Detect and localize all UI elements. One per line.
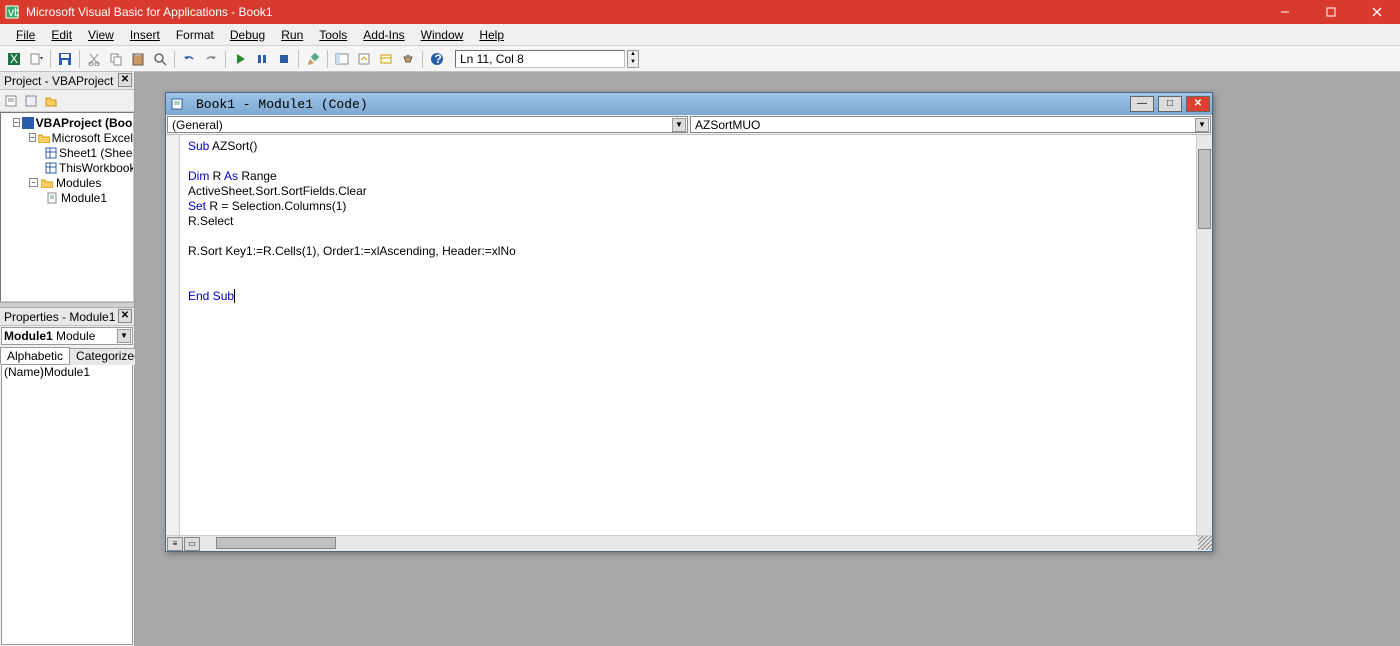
properties-grid[interactable]: (Name) Module1 <box>1 364 133 645</box>
chevron-down-icon[interactable]: ▼ <box>1195 118 1209 132</box>
paste-icon[interactable] <box>128 49 148 69</box>
object-browser-icon[interactable] <box>376 49 396 69</box>
menu-window[interactable]: Window <box>413 26 472 44</box>
code-margin[interactable] <box>166 135 180 535</box>
reset-icon[interactable] <box>274 49 294 69</box>
menu-debug[interactable]: Debug <box>222 26 273 44</box>
menu-edit[interactable]: Edit <box>43 26 80 44</box>
vertical-scrollbar[interactable] <box>1196 135 1212 535</box>
object-dropdown[interactable]: (General) ▼ <box>167 116 688 133</box>
run-icon[interactable] <box>230 49 250 69</box>
redo-icon[interactable] <box>201 49 221 69</box>
properties-object-combo[interactable]: Module1 Module ▼ <box>1 327 133 345</box>
tree-thisworkbook[interactable]: ThisWorkbook <box>59 161 134 175</box>
maximize-button[interactable] <box>1308 0 1354 24</box>
undo-icon[interactable] <box>179 49 199 69</box>
menu-file[interactable]: File <box>8 26 43 44</box>
close-button[interactable] <box>1354 0 1400 24</box>
position-status: Ln 11, Col 8 <box>455 50 625 68</box>
minimize-button[interactable] <box>1262 0 1308 24</box>
menu-tools[interactable]: Tools <box>311 26 355 44</box>
toggle-folders-icon[interactable] <box>42 92 60 110</box>
menu-format[interactable]: Format <box>168 26 222 44</box>
project-explorer-icon[interactable] <box>332 49 352 69</box>
save-icon[interactable] <box>55 49 75 69</box>
main-toolbar: X ? Ln 11, Col 8 ▲▼ <box>0 46 1400 72</box>
tree-module1[interactable]: Module1 <box>61 191 107 205</box>
svg-text:vb: vb <box>8 5 19 19</box>
project-panel-close-icon[interactable]: ✕ <box>118 73 132 87</box>
help-icon[interactable]: ? <box>427 49 447 69</box>
code-minimize-button[interactable]: — <box>1130 96 1154 112</box>
menu-addins[interactable]: Add-Ins <box>355 26 412 44</box>
menubar: File Edit View Insert Format Debug Run T… <box>0 24 1400 46</box>
find-icon[interactable] <box>150 49 170 69</box>
app-title: Microsoft Visual Basic for Applications … <box>26 5 1262 19</box>
tree-sheet1[interactable]: Sheet1 (Shee <box>59 146 132 160</box>
properties-panel-close-icon[interactable]: ✕ <box>118 309 132 323</box>
tree-root[interactable]: VBAProject (Book1 <box>36 116 134 130</box>
design-mode-icon[interactable] <box>303 49 323 69</box>
procedure-view-button[interactable]: ≡ <box>167 537 183 551</box>
code-editor[interactable]: Sub AZSort() Dim R As Range ActiveSheet.… <box>180 135 1196 535</box>
code-window: Book1 - Module1 (Code) — □ ✕ (General) ▼… <box>165 92 1213 552</box>
chevron-down-icon[interactable]: ▼ <box>117 329 131 343</box>
menu-view[interactable]: View <box>80 26 122 44</box>
properties-panel-title: Properties - Module1 ✕ <box>0 308 134 326</box>
procedure-dropdown[interactable]: AZSortMUO ▼ <box>690 116 1211 133</box>
project-panel-title: Project - VBAProject ✕ <box>0 72 134 90</box>
project-toolbar <box>0 90 134 112</box>
menu-help[interactable]: Help <box>471 26 512 44</box>
excel-icon[interactable]: X <box>4 49 24 69</box>
left-panel: Project - VBAProject ✕ −VBAProject (Book… <box>0 72 135 646</box>
titlebar: vb Microsoft Visual Basic for Applicatio… <box>0 0 1400 24</box>
menu-run[interactable]: Run <box>273 26 311 44</box>
tree-excel-objects[interactable]: Microsoft Excel Ob <box>52 131 134 145</box>
mdi-area: Book1 - Module1 (Code) — □ ✕ (General) ▼… <box>135 72 1400 646</box>
view-object-icon[interactable] <box>22 92 40 110</box>
status-spinner[interactable]: ▲▼ <box>627 50 639 68</box>
code-window-titlebar[interactable]: Book1 - Module1 (Code) — □ ✕ <box>166 93 1212 115</box>
svg-text:X: X <box>10 52 18 66</box>
break-icon[interactable] <box>252 49 272 69</box>
app-icon: vb <box>4 4 20 20</box>
tree-modules[interactable]: Modules <box>56 176 101 190</box>
code-maximize-button[interactable]: □ <box>1158 96 1182 112</box>
horizontal-scrollbar[interactable] <box>202 536 1198 551</box>
resize-grip-icon[interactable] <box>1198 536 1212 550</box>
toolbox-icon[interactable] <box>398 49 418 69</box>
code-close-button[interactable]: ✕ <box>1186 96 1210 112</box>
prop-name-label: (Name) <box>2 365 42 380</box>
properties-icon[interactable] <box>354 49 374 69</box>
project-tree[interactable]: −VBAProject (Book1 −Microsoft Excel Ob S… <box>0 112 134 302</box>
prop-name-value[interactable]: Module1 <box>42 365 132 380</box>
copy-icon[interactable] <box>106 49 126 69</box>
menu-insert[interactable]: Insert <box>122 26 168 44</box>
cut-icon[interactable] <box>84 49 104 69</box>
insert-dropdown-icon[interactable] <box>26 49 46 69</box>
code-window-title: Book1 - Module1 (Code) <box>188 93 1128 116</box>
view-code-icon[interactable] <box>2 92 20 110</box>
tab-alphabetic[interactable]: Alphabetic <box>0 347 70 364</box>
chevron-down-icon[interactable]: ▼ <box>672 118 686 132</box>
svg-text:?: ? <box>435 52 442 66</box>
full-module-view-button[interactable]: ▭ <box>184 537 200 551</box>
module-icon <box>170 97 184 111</box>
properties-tabs: Alphabetic Categorized <box>0 346 134 364</box>
